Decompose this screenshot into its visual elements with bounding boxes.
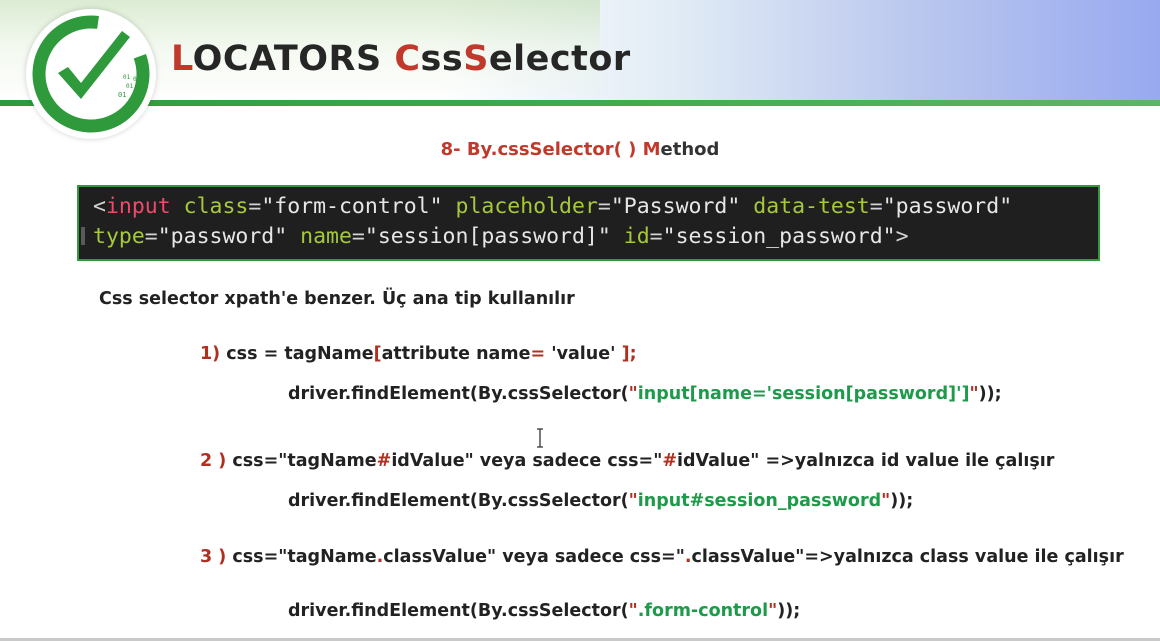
code-token: = <box>649 224 663 249</box>
code-token: = <box>597 194 611 219</box>
code-token: < <box>93 194 106 219</box>
code-line-2: type="password" name="session[password]"… <box>93 222 1098 252</box>
code-token: id <box>623 224 650 249</box>
item-3-rule: 3 ) css="tagName.classValue" veya sadece… <box>200 547 1124 567</box>
code-token: input <box>105 194 171 219</box>
text-cursor-icon <box>537 428 543 448</box>
intro-text: Css selector xpath'e benzer. Üç ana tip … <box>99 289 575 309</box>
logo-digits-b: 01 <box>133 76 141 83</box>
header-divider <box>0 100 1160 106</box>
code-token: "password" <box>882 194 1013 219</box>
code-token: = <box>351 224 365 249</box>
code-line-1: <input class="form-control" placeholder=… <box>93 192 1098 222</box>
item-1-rule: 1) css = tagName[attribute name= 'value'… <box>200 344 637 364</box>
logo-digits-a: 01 <box>123 74 131 81</box>
page-title: LOCATORS CssSelector <box>171 39 631 79</box>
checkmark-logo-icon: 01 01 01 01 <box>32 15 150 133</box>
html-code-snippet: <input class="form-control" placeholder=… <box>77 185 1100 261</box>
logo-digits-d: 01 <box>118 91 126 99</box>
code-token: data-test <box>753 194 870 219</box>
logo: 01 01 01 01 <box>26 9 156 139</box>
code-token: = <box>248 194 262 219</box>
code-token: "session_password" <box>662 224 896 249</box>
code-token: "Password" <box>610 194 741 219</box>
section-subtitle: 8- By.cssSelector( ) Method <box>440 139 720 160</box>
code-token: class <box>183 194 249 219</box>
code-token: = <box>144 224 158 249</box>
code-token: placeholder <box>455 194 598 219</box>
item-1-code: driver.findElement(By.cssSelector("input… <box>288 384 1002 404</box>
code-token: > <box>895 224 909 249</box>
code-token: "password" <box>157 224 288 249</box>
code-token: type <box>93 224 145 249</box>
code-token: name <box>300 224 352 249</box>
code-token: = <box>869 194 883 219</box>
code-token: "session[password]" <box>364 224 611 249</box>
item-2-rule: 2 ) css="tagName#idValue" veya sadece cs… <box>200 451 1055 471</box>
item-2-code: driver.findElement(By.cssSelector("input… <box>288 491 914 511</box>
code-token: "form-control" <box>261 194 443 219</box>
logo-digits-c: 01 <box>126 83 134 90</box>
item-3-code: driver.findElement(By.cssSelector(".form… <box>288 601 801 621</box>
